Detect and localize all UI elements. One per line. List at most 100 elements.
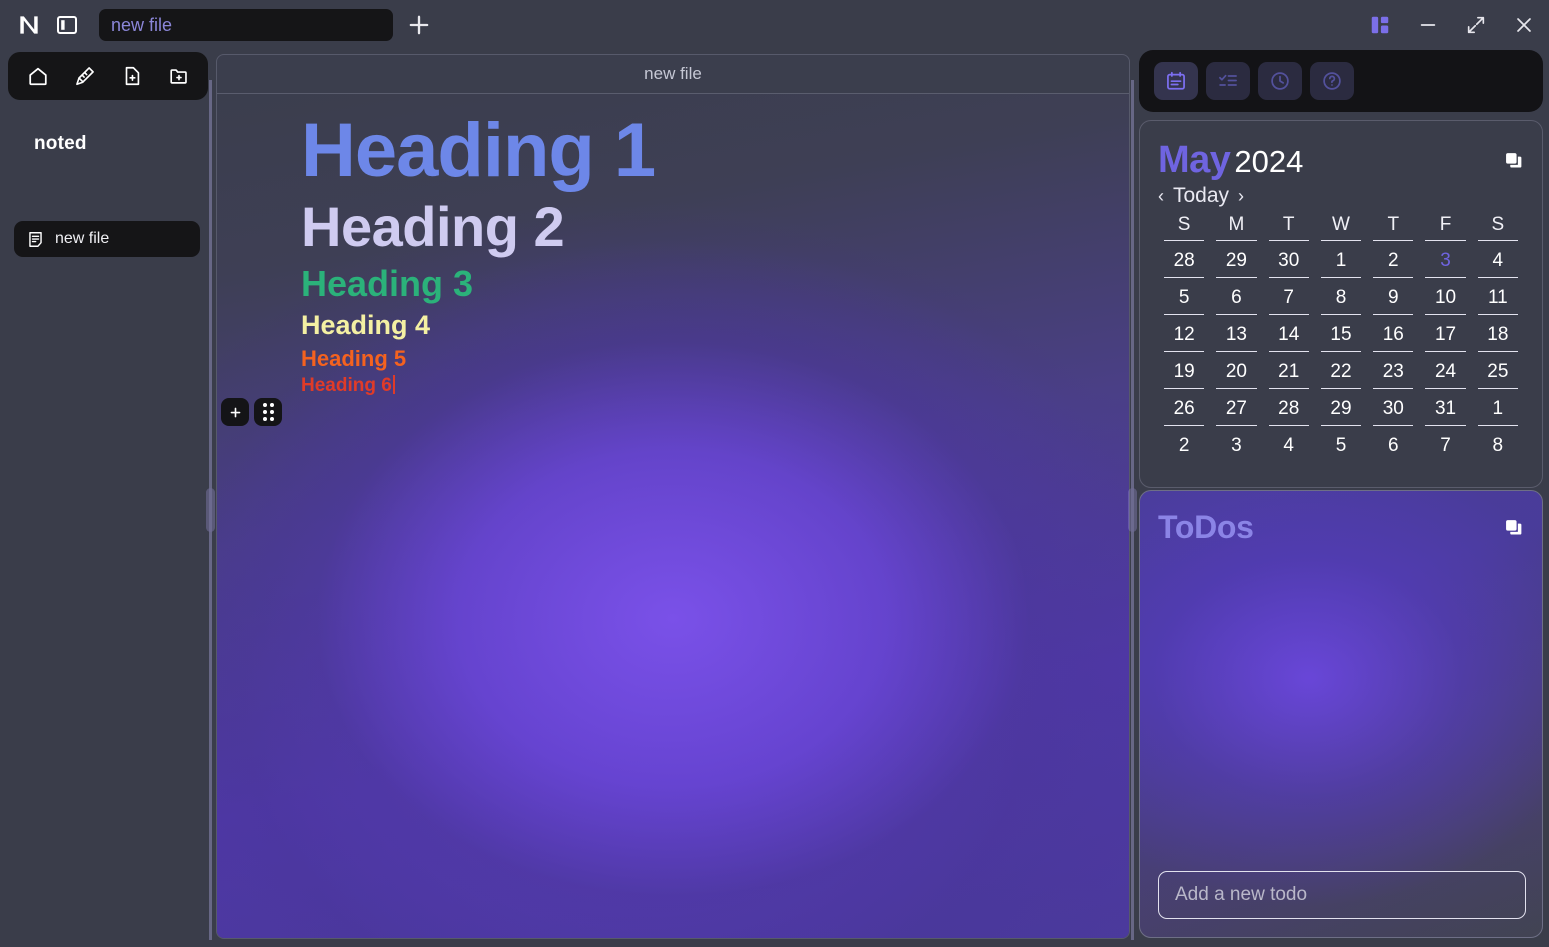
calendar-day[interactable]: 13	[1216, 315, 1257, 352]
calendar-day[interactable]: 10	[1425, 278, 1466, 315]
calendar-day[interactable]: 12	[1164, 315, 1205, 352]
calendar-day[interactable]: 3	[1216, 426, 1256, 462]
calendar-day[interactable]: 1	[1320, 241, 1362, 278]
add-todo-input[interactable]	[1158, 871, 1526, 919]
plus-icon	[230, 407, 240, 417]
calendar-day[interactable]: 29	[1216, 241, 1257, 278]
calendar-day[interactable]: 17	[1425, 315, 1466, 352]
calendar-next-button[interactable]: ›	[1238, 186, 1244, 207]
calendar-day[interactable]: 5	[1164, 278, 1205, 315]
calendar-day[interactable]: 30	[1373, 389, 1414, 426]
todos-title: ToDos	[1158, 509, 1254, 545]
maximize-icon[interactable]	[1465, 14, 1487, 36]
calendar-day[interactable]: 22	[1320, 352, 1362, 389]
magic-pen-icon[interactable]	[74, 65, 96, 87]
calendar-day[interactable]: 7	[1425, 426, 1465, 462]
calendar-today-button[interactable]: Today	[1173, 184, 1229, 208]
block-handle-group	[221, 398, 282, 426]
calendar-day[interactable]: 3	[1425, 241, 1466, 278]
heading-4-block[interactable]: Heading 4	[301, 309, 1129, 341]
heading-6-block[interactable]: Heading 6	[301, 374, 1129, 398]
calendar-icon	[1167, 71, 1185, 90]
timer-tab[interactable]	[1258, 62, 1302, 100]
heading-3-block[interactable]: Heading 3	[301, 263, 1129, 305]
editor-canvas[interactable]: Heading 1 Heading 2 Heading 3 Heading 4 …	[217, 94, 1129, 938]
document-content[interactable]: Heading 1 Heading 2 Heading 3 Heading 4 …	[217, 94, 1129, 398]
calendar-day[interactable]: 8	[1478, 426, 1518, 462]
file-title-input[interactable]	[99, 9, 393, 41]
layout-grid-icon[interactable]	[1369, 14, 1391, 36]
app-window: noted new file new file	[0, 0, 1549, 947]
right-panel-tabbar	[1139, 50, 1543, 112]
sidebar: noted new file	[0, 50, 210, 947]
calendar-day[interactable]: 21	[1268, 352, 1309, 389]
calendar-day[interactable]: 26	[1164, 389, 1205, 426]
right-panel-resizer[interactable]	[1128, 80, 1137, 940]
sidebar-item-label: new file	[55, 230, 110, 247]
calendar-tab[interactable]	[1154, 62, 1198, 100]
add-block-button[interactable]	[221, 398, 249, 426]
calendar-day[interactable]: 7	[1268, 278, 1309, 315]
minimize-icon[interactable]	[1417, 14, 1439, 36]
sidebar-item-new-file[interactable]: new file	[14, 221, 200, 257]
calendar-day[interactable]: 20	[1216, 352, 1257, 389]
calendar-day[interactable]: 24	[1425, 352, 1466, 389]
todos-card: ToDos	[1139, 490, 1543, 938]
calendar-day[interactable]: 19	[1164, 352, 1205, 389]
calendar-day[interactable]: 9	[1373, 278, 1414, 315]
editor-pane: new file Heading 1 Heading 2 Heading 3 H…	[216, 54, 1130, 939]
calendar-day[interactable]: 28	[1164, 241, 1205, 278]
calendar-day[interactable]: 11	[1477, 278, 1518, 315]
heading-1-block[interactable]: Heading 1	[301, 108, 1129, 193]
close-icon[interactable]	[1513, 14, 1535, 36]
drag-block-handle[interactable]	[254, 398, 282, 426]
calendar-prev-button[interactable]: ‹	[1158, 186, 1164, 207]
resizer-grip-right[interactable]	[1128, 488, 1137, 532]
calendar-day[interactable]: 25	[1477, 352, 1518, 389]
home-icon[interactable]	[27, 65, 49, 87]
checklist-icon	[1219, 74, 1237, 86]
new-tab-icon[interactable]	[405, 11, 433, 39]
calendar-day[interactable]: 18	[1477, 315, 1518, 352]
resizer-grip[interactable]	[206, 488, 215, 532]
calendar-day[interactable]: 5	[1321, 426, 1361, 462]
noted-n-logo	[20, 16, 38, 34]
copy-icon[interactable]	[1503, 150, 1524, 171]
calendar-day[interactable]: 30	[1268, 241, 1309, 278]
heading-5-block[interactable]: Heading 5	[301, 346, 1129, 372]
tasks-tab[interactable]	[1206, 62, 1250, 100]
calendar-day[interactable]: 31	[1425, 389, 1466, 426]
calendar-day[interactable]: 23	[1373, 352, 1414, 389]
file-plus-icon[interactable]	[121, 65, 143, 87]
calendar-day[interactable]: 2	[1373, 241, 1414, 278]
folder-plus-icon[interactable]	[168, 65, 190, 87]
calendar-day[interactable]: 27	[1216, 389, 1257, 426]
calendar-day[interactable]: 4	[1269, 426, 1309, 462]
clock-icon	[1271, 72, 1289, 90]
right-panel: May 2024 ‹ Today › S M T W T F S 28 29 30 1 2 3 4 5 6 7 8…	[1130, 50, 1549, 947]
panel-left-icon[interactable]	[55, 13, 79, 37]
calendar-weekday: W	[1320, 214, 1362, 241]
calendar-day[interactable]: 1	[1477, 389, 1518, 426]
sidebar-toolbar	[8, 52, 208, 100]
calendar-day[interactable]: 6	[1216, 278, 1257, 315]
help-tab[interactable]	[1310, 62, 1354, 100]
copy-icon[interactable]	[1503, 517, 1524, 538]
calendar-day[interactable]: 4	[1477, 241, 1518, 278]
calendar-weekday: M	[1216, 214, 1257, 241]
calendar-weekday: F	[1425, 214, 1466, 241]
calendar-day[interactable]: 14	[1268, 315, 1309, 352]
calendar-weekday: S	[1477, 214, 1518, 241]
calendar-day[interactable]: 6	[1373, 426, 1413, 462]
question-circle-icon	[1323, 72, 1341, 90]
sidebar-resizer[interactable]	[206, 80, 215, 940]
calendar-day[interactable]: 28	[1268, 389, 1309, 426]
calendar-day[interactable]: 29	[1320, 389, 1362, 426]
calendar-day[interactable]: 2	[1164, 426, 1204, 462]
heading-2-block[interactable]: Heading 2	[301, 196, 1129, 258]
calendar-day[interactable]: 8	[1320, 278, 1362, 315]
calendar-day[interactable]: 16	[1373, 315, 1414, 352]
calendar-month: May	[1158, 139, 1231, 181]
calendar-day[interactable]: 15	[1320, 315, 1362, 352]
window-titlebar	[0, 0, 1549, 50]
